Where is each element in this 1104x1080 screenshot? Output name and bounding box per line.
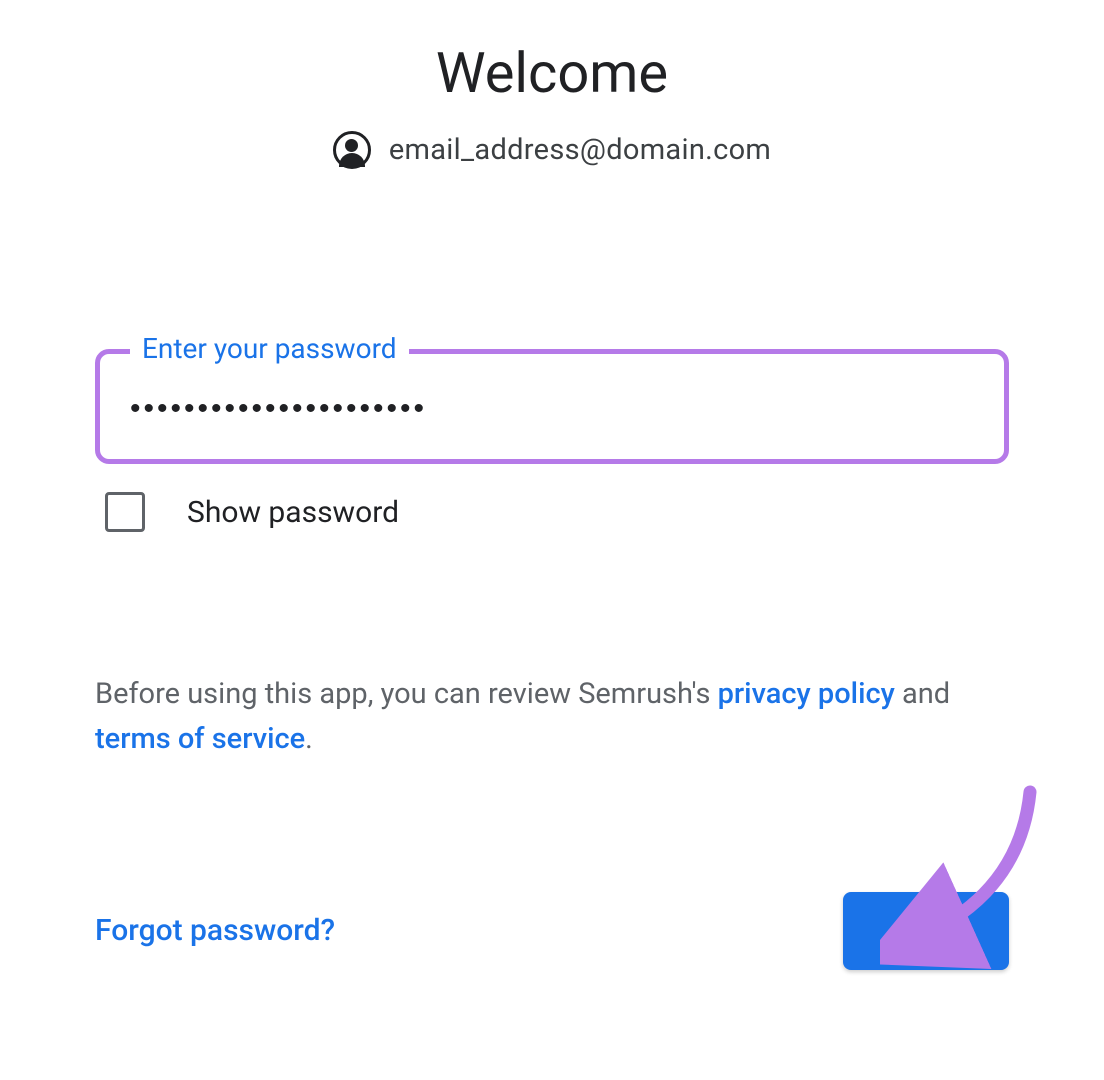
show-password-row: Show password	[95, 492, 1009, 532]
disclaimer-connector: and	[895, 677, 950, 711]
account-identifier-row[interactable]: email_address@domain.com	[95, 131, 1009, 169]
forgot-password-link[interactable]: Forgot password?	[95, 913, 335, 948]
privacy-policy-link[interactable]: privacy policy	[718, 677, 895, 711]
disclaimer-suffix: .	[305, 722, 313, 756]
password-input[interactable]: ••••••••••••••••••••••	[95, 349, 1009, 464]
password-field-label: Enter your password	[130, 332, 409, 365]
account-email: email_address@domain.com	[389, 133, 771, 167]
show-password-checkbox[interactable]	[105, 492, 145, 532]
show-password-label: Show password	[187, 495, 399, 530]
disclaimer-prefix: Before using this app, you can review Se…	[95, 677, 718, 711]
disclaimer-text: Before using this app, you can review Se…	[95, 672, 1009, 762]
account-circle-icon	[333, 131, 371, 169]
bottom-action-row: Forgot password? Next	[95, 892, 1009, 970]
terms-of-service-link[interactable]: terms of service	[95, 722, 305, 756]
page-title: Welcome	[95, 40, 1009, 106]
next-button[interactable]: Next	[843, 892, 1009, 970]
password-masked-value: ••••••••••••••••••••••	[130, 394, 974, 424]
password-field-container: Enter your password ••••••••••••••••••••…	[95, 349, 1009, 464]
